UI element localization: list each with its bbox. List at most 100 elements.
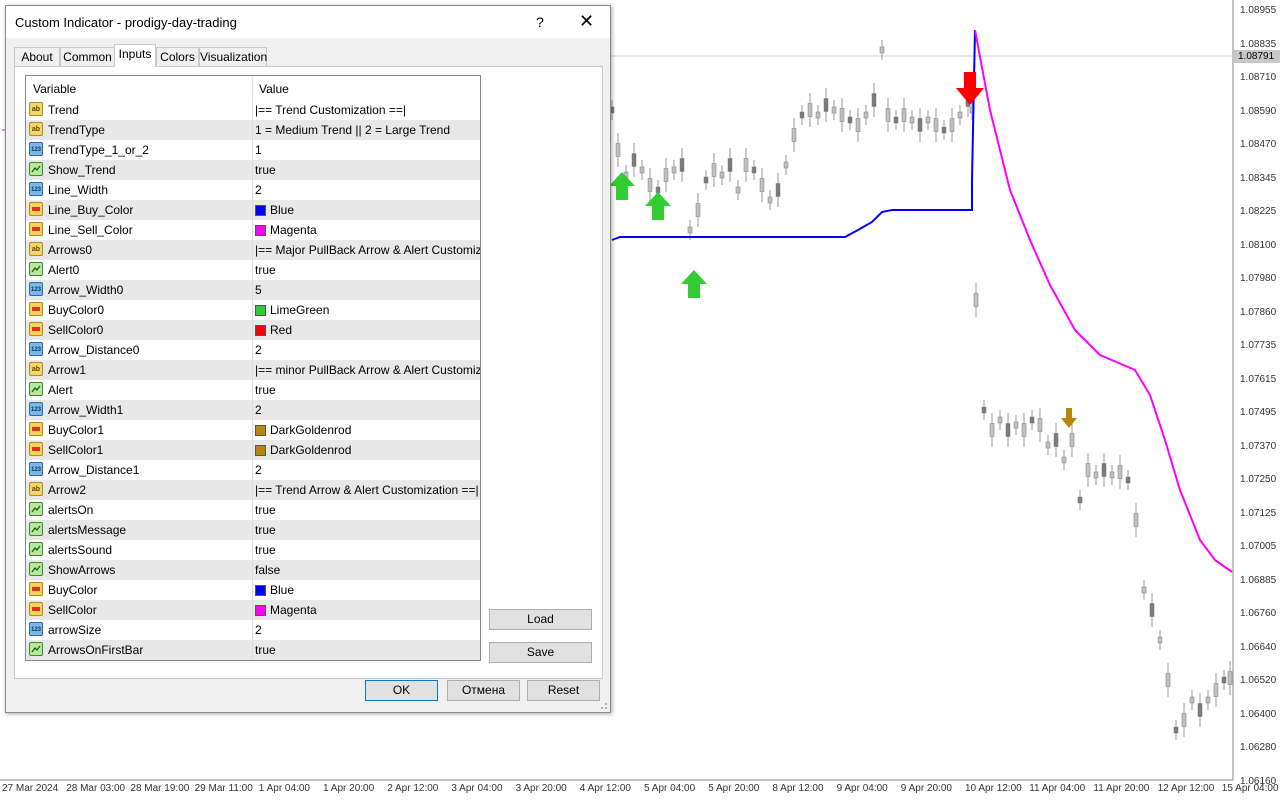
input-row[interactable]: alertsMessage true [26,520,480,540]
input-row[interactable]: 123 Arrow_Width0 5 [26,280,480,300]
cancel-button[interactable]: Отмена [447,680,520,701]
reset-button[interactable]: Reset [527,680,600,701]
input-row[interactable]: Line_Sell_Color Magenta [26,220,480,240]
variable-value[interactable]: Blue [255,203,294,217]
minor-sell-arrow-icon [1061,408,1077,428]
tab-common[interactable]: Common [60,47,115,66]
input-row[interactable]: alertsOn true [26,500,480,520]
integer-type-icon: 123 [29,402,43,416]
variable-value[interactable]: false [255,563,280,577]
variable-value[interactable]: 2 [255,343,262,357]
candle-body [879,46,885,54]
variable-value[interactable]: DarkGoldenrod [255,423,351,437]
input-row[interactable]: 123 Arrow_Distance1 2 [26,460,480,480]
input-row[interactable]: ab Arrow2 |== Trend Arrow & Alert Customiz… [26,480,480,500]
help-button[interactable]: ? [536,14,544,30]
input-row[interactable]: 123 Line_Width 2 [26,180,480,200]
variable-value[interactable]: 1 [255,143,262,157]
input-row[interactable]: ab TrendType 1 = Medium Trend || 2 = Large… [26,120,480,140]
input-row[interactable]: 123 arrowSize 2 [26,620,480,640]
dialog-titlebar[interactable]: Custom Indicator - prodigy-day-trading ?… [6,6,610,38]
variable-value[interactable]: true [255,383,276,397]
variable-name: Arrow2 [48,483,87,497]
variable-value[interactable]: true [255,163,276,177]
variable-value[interactable]: true [255,503,276,517]
input-row[interactable]: 123 Arrow_Width1 2 [26,400,480,420]
variable-value[interactable]: true [255,523,276,537]
candle-body [1045,441,1051,449]
variable-value[interactable]: LimeGreen [255,303,329,317]
variable-value[interactable]: |== Trend Customization ==| [255,103,406,117]
buy-arrow-icon [645,192,671,220]
input-row[interactable]: ab Trend |== Trend Customization ==| [26,100,480,120]
input-row[interactable]: Line_Buy_Color Blue [26,200,480,220]
candle-body [735,186,741,194]
variable-name: Arrow_Width0 [48,283,124,297]
variable-value[interactable]: 2 [255,403,262,417]
close-button[interactable]: ✕ [579,11,594,32]
price-tick-label: 1.08100 [1240,239,1277,251]
input-row[interactable]: ArrowsOnFirstBar true [26,640,480,660]
variable-name: Show_Trend [48,163,116,177]
variable-value[interactable]: 1 = Medium Trend || 2 = Large Trend [255,123,450,137]
variable-value[interactable]: 2 [255,623,262,637]
input-row[interactable]: SellColor Magenta [26,600,480,620]
input-row[interactable]: Show_Trend true [26,160,480,180]
variable-value[interactable]: Magenta [255,603,317,617]
save-button[interactable]: Save [489,642,592,663]
input-row[interactable]: BuyColor0 LimeGreen [26,300,480,320]
input-row[interactable]: Alert true [26,380,480,400]
variable-name: Alert [48,383,73,397]
variable-value[interactable]: true [255,543,276,557]
input-row[interactable]: 123 Arrow_Distance0 2 [26,340,480,360]
value-column-header[interactable]: Value [259,82,289,96]
variable-value[interactable]: Magenta [255,223,317,237]
tab-colors[interactable]: Colors [156,47,199,66]
variable-value[interactable]: |== minor PullBack Arrow & Alert Customi… [255,363,480,377]
string-type-icon: ab [29,482,43,496]
variable-name: Line_Sell_Color [48,223,133,237]
input-row[interactable]: SellColor0 Red [26,320,480,340]
color-type-icon [29,222,43,236]
price-tick-label: 1.07735 [1240,340,1277,351]
variable-value[interactable]: true [255,263,276,277]
input-row[interactable]: 123 TrendType_1_or_2 1 [26,140,480,160]
input-row[interactable]: SellColor1 DarkGoldenrod [26,440,480,460]
variable-value[interactable]: DarkGoldenrod [255,443,351,457]
variable-name: Arrow1 [48,363,87,377]
input-row[interactable]: BuyColor Blue [26,580,480,600]
input-row[interactable]: Alert0 true [26,260,480,280]
variable-column-header[interactable]: Variable [33,82,76,96]
integer-type-icon: 123 [29,142,43,156]
boolean-type-icon [29,642,43,656]
candle-body [1029,416,1035,424]
candle-body [1227,671,1233,685]
input-row[interactable]: BuyColor1 DarkGoldenrod [26,420,480,440]
load-button[interactable]: Load [489,609,592,630]
tab-visualization[interactable]: Visualization [199,47,267,66]
variable-value[interactable]: 2 [255,183,262,197]
variable-value[interactable]: true [255,643,276,657]
candle-body [917,118,923,132]
tab-inputs[interactable]: Inputs [114,44,156,67]
time-tick-label: 9 Apr 20:00 [900,783,952,794]
input-row[interactable]: ShowArrows false [26,560,480,580]
input-row[interactable]: alertsSound true [26,540,480,560]
ok-button[interactable]: OK [365,680,438,701]
input-row[interactable]: ab Arrow1 |== minor PullBack Arrow & Alert… [26,360,480,380]
resize-grip-icon[interactable] [598,700,608,710]
candle-body [893,116,899,124]
variable-value[interactable]: Blue [255,583,294,597]
price-tick-label: 1.08835 [1240,38,1277,50]
tab-about[interactable]: About [14,47,60,66]
variable-value[interactable]: 2 [255,463,262,477]
candle-body [775,183,781,197]
custom-indicator-dialog: Custom Indicator - prodigy-day-trading ?… [5,5,611,713]
variable-value[interactable]: 5 [255,283,262,297]
color-swatch [255,325,266,336]
variable-value[interactable]: |== Major PullBack Arrow & Alert Customi… [255,243,480,257]
variable-value[interactable]: Red [255,323,292,337]
variable-value[interactable]: |== Trend Arrow & Alert Customization ==… [255,483,479,497]
candle-body [679,158,685,172]
input-row[interactable]: ab Arrows0 |== Major PullBack Arrow & Aler… [26,240,480,260]
